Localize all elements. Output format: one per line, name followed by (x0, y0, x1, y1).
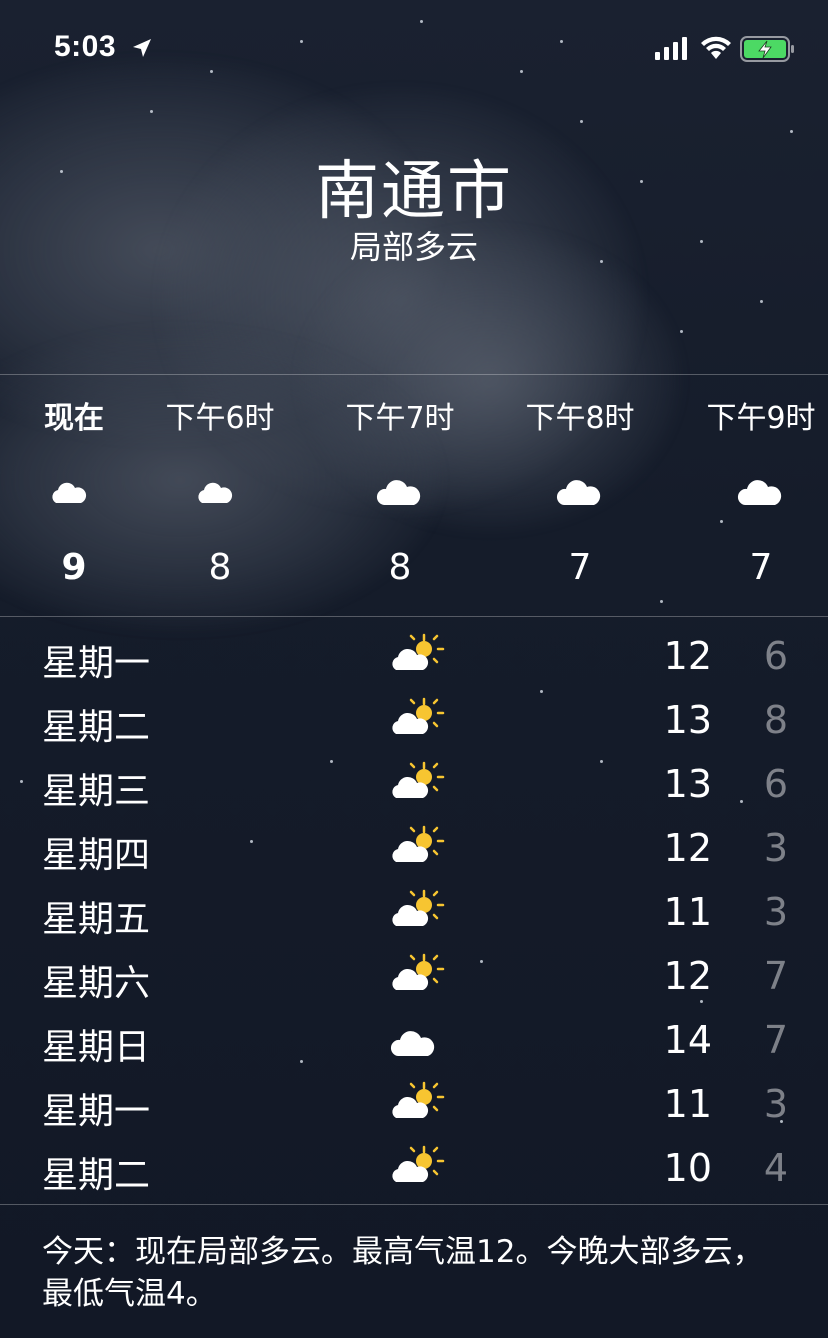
hour-label: 下午7时 (345, 401, 455, 436)
day-high-temp: 11 (663, 890, 712, 934)
day-low-temp: 7 (763, 1018, 788, 1062)
day-low-temp: 3 (763, 826, 788, 870)
daily-row: 星期二 13 8 (0, 688, 828, 752)
hourly-item-now: 现在 9 (0, 375, 154, 618)
hourly-item: 下午9时 7 (681, 375, 828, 618)
hour-label: 现在 (44, 401, 104, 436)
current-condition: 局部多云 (349, 228, 478, 266)
hour-temp: 8 (388, 547, 412, 588)
day-high-temp: 12 (663, 634, 712, 678)
hour-temp: 7 (749, 547, 773, 588)
partly-sunny-icon (392, 1081, 445, 1118)
day-low-temp: 8 (763, 698, 788, 742)
hour-temp: 9 (61, 547, 87, 588)
hour-label: 下午8时 (525, 401, 635, 436)
wifi-icon (701, 36, 731, 59)
daily-row: 星期五 11 3 (0, 880, 828, 944)
hour-temp: 7 (568, 547, 592, 588)
daily-row: 星期一 12 6 (0, 624, 828, 688)
status-bar: 5:03 (0, 0, 828, 100)
partly-sunny-icon (392, 889, 445, 926)
location-arrow-icon (133, 39, 151, 57)
status-time: 5:03 (54, 30, 117, 63)
hourly-item: 下午8时 7 (500, 375, 660, 618)
hour-label: 下午6时 (165, 401, 275, 436)
summary-text: 今天：现在局部多云。最高气温12。今晚大部多云，最低气温4。 (42, 1234, 764, 1312)
partly-sunny-icon (392, 633, 445, 670)
day-low-temp: 4 (763, 1146, 788, 1190)
weather-summary: 今天：现在局部多云。最高气温12。今晚大部多云，最低气温4。 (0, 1204, 828, 1338)
hourly-item: 下午7时 8 (320, 375, 480, 618)
daily-row: 星期一 11 3 (0, 1072, 828, 1136)
partly-sunny-icon (392, 761, 445, 798)
cellular-signal-icon (655, 37, 687, 60)
day-name: 星期一 (42, 643, 151, 684)
day-low-temp: 3 (763, 1082, 788, 1126)
daily-row: 星期四 12 3 (0, 816, 828, 880)
day-high-temp: 11 (663, 1082, 712, 1126)
hour-label: 下午9时 (706, 401, 816, 436)
day-name: 星期五 (42, 899, 151, 940)
day-high-temp: 12 (663, 954, 712, 998)
cloud-icon (376, 480, 421, 505)
day-high-temp: 12 (663, 826, 712, 870)
day-name: 星期三 (42, 771, 151, 812)
day-name: 星期二 (42, 707, 151, 748)
cloud-icon (737, 480, 782, 505)
cloud-moon-icon (198, 477, 233, 503)
day-name: 星期四 (42, 835, 151, 876)
hourly-item: 下午6时 8 (140, 375, 300, 618)
city-name: 南通市 (315, 155, 513, 229)
day-high-temp: 13 (663, 762, 712, 806)
daily-row: 星期三 13 6 (0, 752, 828, 816)
battery-charging-icon (740, 36, 794, 62)
day-high-temp: 13 (663, 698, 712, 742)
partly-sunny-icon (392, 697, 445, 734)
day-name: 星期一 (42, 1091, 151, 1132)
day-low-temp: 6 (763, 634, 788, 678)
day-name: 星期六 (42, 963, 151, 1004)
cloud-moon-icon (52, 477, 87, 503)
partly-sunny-icon (392, 1145, 445, 1182)
cloud-icon (390, 1031, 435, 1056)
daily-row: 星期二 10 4 (0, 1136, 828, 1200)
partly-sunny-icon (392, 825, 445, 862)
day-low-temp: 7 (763, 954, 788, 998)
day-name: 星期二 (42, 1155, 151, 1196)
cloud-icon (556, 480, 601, 505)
hour-temp: 8 (208, 547, 232, 588)
daily-row: 星期六 12 7 (0, 944, 828, 1008)
daily-row: 星期日 14 7 (0, 1008, 828, 1072)
hourly-forecast[interactable]: 现在 9 下午6时 8 下午7时 8 下午8时 7 下午9时 7 (0, 374, 828, 617)
day-name: 星期日 (42, 1027, 151, 1068)
partly-sunny-icon (392, 953, 445, 990)
day-low-temp: 3 (763, 890, 788, 934)
day-high-temp: 14 (663, 1018, 712, 1062)
day-low-temp: 6 (763, 762, 788, 806)
day-high-temp: 10 (663, 1146, 712, 1190)
